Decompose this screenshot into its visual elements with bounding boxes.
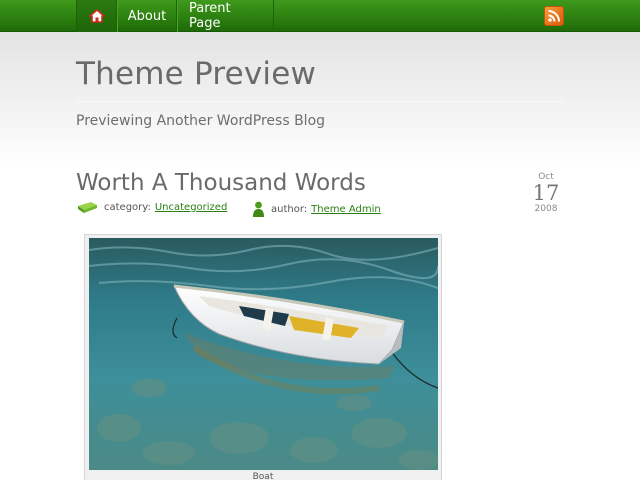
nav-item-about[interactable]: About — [117, 0, 177, 32]
post-author: author: Theme Admin — [252, 201, 381, 217]
post-category: category: Uncategorized — [77, 201, 227, 214]
top-navigation-bar: About Parent Page — [0, 0, 640, 32]
rss-feed-button[interactable] — [544, 6, 564, 26]
nav-home-button[interactable] — [76, 0, 117, 32]
post-title[interactable]: Worth A Thousand Words — [76, 170, 366, 196]
post-date-day: 17 — [532, 181, 560, 205]
user-icon — [253, 201, 264, 217]
site-tagline: Previewing Another WordPress Blog — [76, 113, 326, 129]
site-title[interactable]: Theme Preview — [76, 56, 316, 92]
boat-photo[interactable] — [89, 238, 438, 470]
category-label: category: — [104, 202, 151, 213]
home-icon — [88, 9, 105, 23]
post-image-frame: Boat — [84, 234, 442, 480]
post-date-year: 2008 — [534, 204, 558, 214]
nav-menu: About Parent Page — [76, 0, 274, 32]
author-link[interactable]: Theme Admin — [311, 204, 381, 215]
rss-icon — [548, 10, 560, 22]
image-caption: Boat — [252, 472, 274, 480]
post-date: Oct 17 2008 — [528, 172, 564, 214]
author-label: author: — [271, 203, 308, 215]
header-divider — [76, 101, 564, 102]
folder-icon — [78, 202, 97, 213]
nav-item-parent-page[interactable]: Parent Page — [177, 0, 274, 32]
category-link[interactable]: Uncategorized — [155, 202, 227, 213]
